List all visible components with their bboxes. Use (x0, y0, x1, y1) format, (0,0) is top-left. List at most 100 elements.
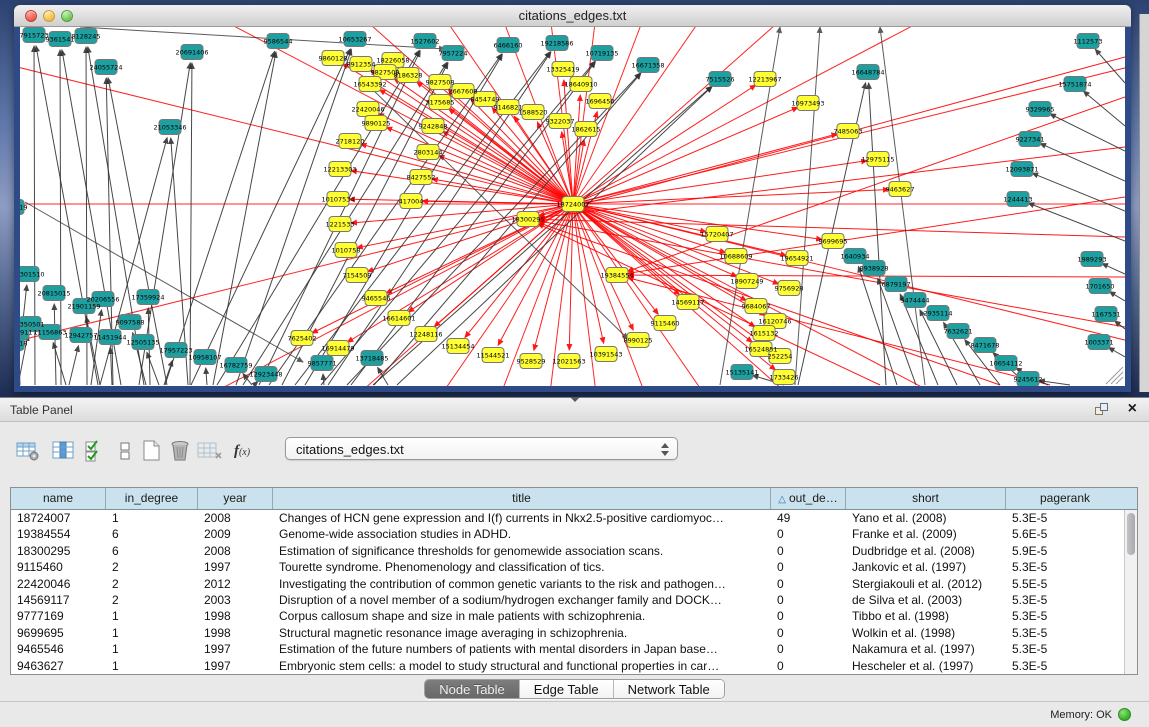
graph-node-label: 10654112 (989, 359, 1022, 367)
table-panel: Table Panel × (0, 397, 1149, 727)
graph-node-label: 252254 (768, 352, 793, 360)
graph-node-label: 1070619 (20, 203, 27, 211)
table-row[interactable]: 977716911998Corpus callosum shape and si… (11, 608, 1137, 624)
cell-out_degree: 0 (771, 543, 846, 559)
scrollbar-thumb[interactable] (1127, 513, 1135, 555)
network-graph-canvas[interactable]: 7915723936154181282452405572420691406958… (20, 27, 1125, 386)
graph-node-label: 1588520 (519, 108, 548, 116)
table-panel-title: Table Panel (10, 403, 73, 417)
table-body[interactable]: 1872400712008Changes of HCN gene express… (11, 510, 1137, 674)
graph-node-label: 15751874 (1058, 80, 1091, 88)
graph-node-label: 9586544 (264, 37, 293, 45)
column-header-name[interactable]: name (11, 488, 106, 509)
graph-node-label: 1244413 (1004, 195, 1033, 203)
graph-node-label: 18300295 (511, 215, 544, 223)
column-header-out_degree[interactable]: △out_de… (771, 488, 846, 509)
desktop-right-strip (1139, 14, 1149, 392)
table-row[interactable]: 1456911722003Disruption of a novel membe… (11, 592, 1137, 608)
table-row[interactable]: 1872400712008Changes of HCN gene express… (11, 510, 1137, 526)
close-panel-icon[interactable]: × (1128, 399, 1137, 419)
table-tabs[interactable]: Node TableEdge TableNetwork Table (424, 679, 725, 699)
graph-node-label: 1160518 (20, 339, 27, 347)
graph-node-label: 12093871 (1005, 165, 1038, 173)
table-scrollbar[interactable] (1124, 510, 1137, 674)
graph-node-label: 8128245 (72, 32, 101, 40)
cell-name: 18724007 (11, 510, 106, 526)
table-row[interactable]: 946362711997Embryonic stem cells: a mode… (11, 658, 1137, 674)
graph-node-label: 7632621 (944, 327, 973, 335)
graph-node-label: 20815015 (37, 289, 70, 297)
column-header-pagerank[interactable]: pagerank (1006, 488, 1124, 509)
graph-node-label: 16914479 (321, 344, 354, 352)
select-rows-icon[interactable] (82, 437, 110, 465)
graph-node-label: 8990125 (624, 336, 653, 344)
table-row[interactable]: 911546021997Tourette syndrome. Phenomeno… (11, 559, 1137, 575)
graph-node-label: 18907249 (730, 277, 763, 285)
node-table[interactable]: namein_degreeyeartitle△out_de…shortpager… (10, 487, 1138, 675)
table-selector-dropdown[interactable]: citations_edges.txt (285, 437, 678, 460)
graph-node-label: 9756928 (775, 284, 804, 292)
cell-name: 9777169 (11, 608, 106, 624)
cell-title: Genome-wide association studies in ADHD. (273, 526, 771, 542)
new-file-icon[interactable] (138, 437, 166, 465)
delete-icon[interactable] (166, 437, 194, 465)
table-row[interactable]: 1830029562008Estimation of significance … (11, 543, 1137, 559)
table-row[interactable]: 2242004622012Investigating the contribut… (11, 576, 1137, 592)
function-builder-icon[interactable]: f(x) (228, 437, 256, 465)
graph-node-label: 7957224 (439, 49, 468, 57)
select-columns-icon[interactable] (50, 437, 78, 465)
graph-node-label: 1112573 (1074, 37, 1103, 45)
graph-node-label: 15135141 (725, 368, 758, 376)
graph-node-label: 12213967 (748, 75, 781, 83)
application-window: citations_edges.txt 79157239361541812824… (0, 0, 1149, 727)
cell-short: Wolkin et al. (1998) (846, 625, 1006, 641)
graph-node-label: 9242848 (419, 122, 448, 130)
graph-node-label: 1003371 (1085, 338, 1114, 346)
graph-node-label: 9860128 (319, 54, 348, 62)
table-row[interactable]: 969969511998Structural magnetic resonanc… (11, 625, 1137, 641)
graph-node-label: 7485063 (834, 127, 863, 135)
tab-network-table[interactable]: Network Table (614, 680, 724, 698)
table-panel-header[interactable]: Table Panel × (0, 398, 1149, 422)
graph-node-label: 21901159 (67, 302, 100, 310)
cell-short: Tibbo et al. (1998) (846, 608, 1006, 624)
graph-node-label: 1733426 (770, 373, 799, 381)
cell-year: 1997 (198, 641, 273, 657)
graph-node-label: 9322037 (546, 117, 575, 125)
cell-out_degree: 49 (771, 510, 846, 526)
table-header-row[interactable]: namein_degreeyeartitle△out_de…shortpager… (11, 488, 1137, 510)
graph-node-label: 12248116 (409, 330, 442, 338)
cell-year: 1997 (198, 559, 273, 575)
graph-node-label: 16120746 (758, 317, 791, 325)
memory-status: Memory: OK (1050, 708, 1131, 721)
window-titlebar[interactable]: citations_edges.txt (14, 5, 1131, 27)
graph-node-label: 19218586 (540, 39, 573, 47)
table-row[interactable]: 1938455462009Genome-wide association stu… (11, 526, 1137, 542)
graph-node-label: 9329965 (1026, 105, 1055, 113)
cell-pagerank: 5.3E-5 (1006, 510, 1124, 526)
tab-edge-table[interactable]: Edge Table (520, 680, 614, 698)
splitter-grip-icon[interactable] (570, 397, 580, 402)
cell-title: Investigating the contribution of common… (273, 576, 771, 592)
cell-short: Hescheler et al. (1997) (846, 658, 1006, 674)
network-view-window[interactable]: citations_edges.txt 79157239361541812824… (14, 5, 1131, 392)
cell-name: 18300295 (11, 543, 106, 559)
graph-node-label: 16671358 (631, 61, 664, 69)
table-settings-icon[interactable] (14, 437, 42, 465)
table-row[interactable]: 946554611997Estimation of the future num… (11, 641, 1137, 657)
column-header-year[interactable]: year (198, 488, 273, 509)
column-header-title[interactable]: title (273, 488, 771, 509)
column-header-short[interactable]: short (846, 488, 1006, 509)
graph-node-label: 1640934 (841, 252, 870, 260)
graph-node-label: 3915911 (20, 328, 32, 336)
float-panel-icon[interactable] (1095, 403, 1109, 417)
graph-node-label: 18640910 (564, 80, 597, 88)
cell-title: Estimation of significance thresholds fo… (273, 543, 771, 559)
tab-node-table[interactable]: Node Table (425, 680, 520, 698)
graph-node-label: 2667608 (449, 87, 478, 95)
column-header-in_degree[interactable]: in_degree (106, 488, 198, 509)
cell-out_degree: 0 (771, 658, 846, 674)
cell-pagerank: 5.3E-5 (1006, 658, 1124, 674)
cell-pagerank: 5.6E-5 (1006, 526, 1124, 542)
row-height-icon[interactable] (112, 437, 140, 465)
